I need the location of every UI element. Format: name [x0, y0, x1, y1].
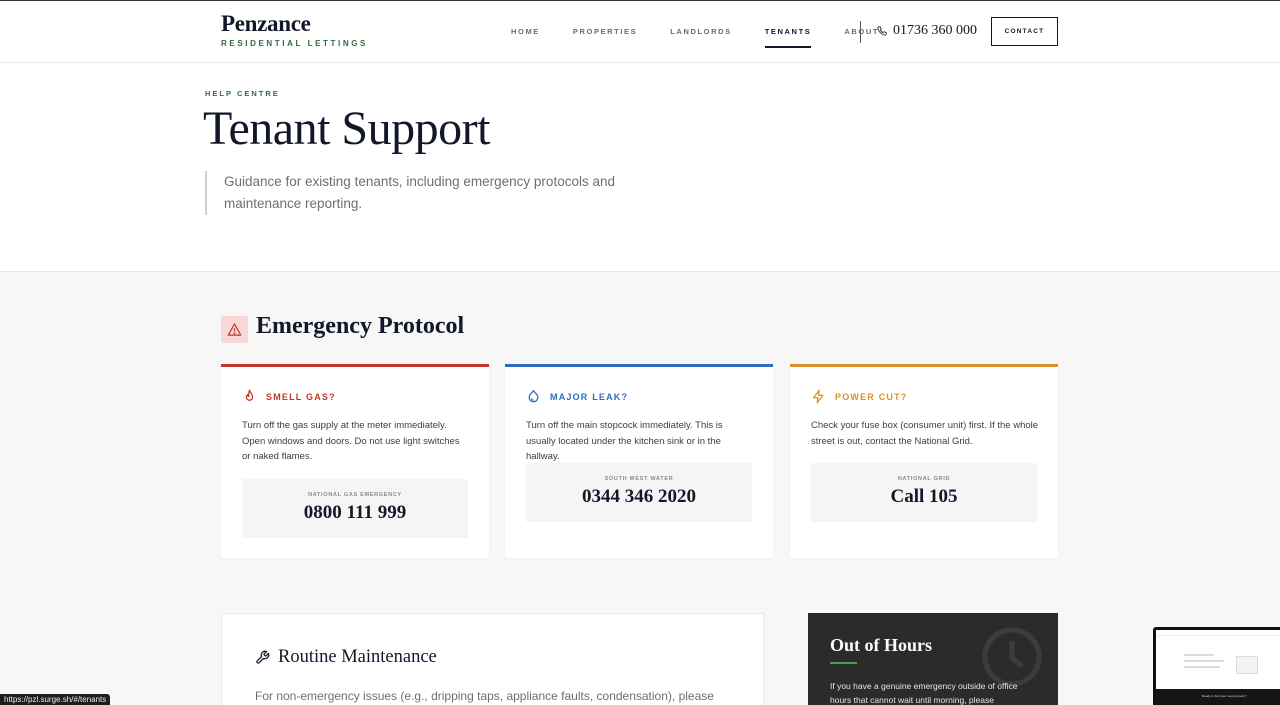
wrench-icon — [256, 650, 270, 664]
routine-heading: Routine Maintenance — [255, 647, 437, 668]
flame-icon — [245, 389, 254, 401]
hotline-box[interactable]: NATIONAL GAS EMERGENCY 0800 111 999 — [242, 479, 468, 538]
nav-about[interactable]: ABOUT — [844, 27, 879, 36]
droplet-icon — [528, 390, 539, 403]
card-body: Check your fuse box (consumer unit) firs… — [811, 420, 1039, 447]
card-heading: MAJOR LEAK? — [526, 389, 628, 404]
preview-line — [1184, 666, 1220, 668]
preview-line — [1184, 660, 1224, 662]
preview-line — [1184, 654, 1214, 656]
routine-title: Routine Maintenance — [278, 647, 437, 667]
phone-link[interactable]: 01736 360 000 — [877, 23, 977, 39]
brand-name: Penzance — [221, 11, 311, 36]
page-preview-thumbnail[interactable]: Ready to find your next property? — [1153, 627, 1280, 705]
hero-eyebrow: HELP CENTRE — [205, 89, 280, 98]
card-heading: SMELL GAS? — [242, 389, 336, 404]
emergency-card-power: POWER CUT? Check your fuse box (consumer… — [790, 364, 1058, 558]
warning-triangle-icon — [227, 323, 242, 336]
hotline-number[interactable]: 0344 346 2020 — [526, 486, 752, 508]
card-body: Turn off the gas supply at the meter imm… — [242, 420, 460, 462]
phone-number: 01736 360 000 — [893, 23, 977, 38]
hotline-label: NATIONAL GAS EMERGENCY — [308, 492, 402, 498]
hotline-label: NATIONAL GRID — [897, 476, 951, 482]
brand-logo[interactable]: Penzance RESIDENTIAL LETTINGS — [221, 11, 368, 48]
hotline-number[interactable]: Call 105 — [811, 486, 1037, 508]
preview-footer-text: Ready to find your next property? — [1202, 694, 1247, 698]
preview-box — [1236, 656, 1258, 674]
nav-properties[interactable]: PROPERTIES — [573, 27, 637, 36]
preview-header — [1156, 630, 1280, 636]
hero-section: HELP CENTRE Tenant Support Guidance for … — [0, 63, 1280, 272]
card-heading-text: MAJOR LEAK? — [550, 391, 629, 402]
out-of-hours-card: Out of Hours If you have a genuine emerg… — [808, 613, 1058, 705]
hotline-number[interactable]: 0800 111 999 — [242, 502, 468, 524]
out-of-hours-rule — [830, 662, 857, 664]
nav-tenants[interactable]: TENANTS — [764, 27, 812, 48]
card-heading-text: SMELL GAS? — [266, 391, 336, 402]
main-nav: HOME PROPERTIES LANDLORDS TENANTS ABOUT — [511, 27, 912, 48]
card-body: Turn off the main stopcock immediately. … — [526, 420, 723, 462]
page-title: Tenant Support — [203, 102, 490, 155]
nav-home[interactable]: HOME — [511, 27, 540, 36]
routine-body: For non-emergency issues (e.g., dripping… — [255, 689, 714, 703]
nav-divider — [860, 21, 861, 43]
phone-icon — [877, 26, 887, 36]
contact-button[interactable]: CONTACT — [991, 17, 1058, 46]
preview-footer: Ready to find your next property? — [1156, 689, 1280, 705]
preview-content: Ready to find your next property? — [1156, 630, 1280, 705]
card-heading: POWER CUT? — [811, 389, 908, 404]
main-section: Emergency Protocol SMELL GAS? Turn off t… — [0, 272, 1280, 705]
nav-landlords[interactable]: LANDLORDS — [670, 27, 731, 36]
hotline-label: SOUTH WEST WATER — [604, 476, 674, 482]
lightning-icon — [812, 389, 824, 404]
site-header: Penzance RESIDENTIAL LETTINGS HOME PROPE… — [0, 1, 1280, 63]
card-heading-text: POWER CUT? — [835, 391, 908, 402]
out-of-hours-body: If you have a genuine emergency outside … — [830, 681, 1018, 705]
brand-tagline: RESIDENTIAL LETTINGS — [221, 39, 368, 48]
emergency-card-gas: SMELL GAS? Turn off the gas supply at th… — [221, 364, 489, 558]
out-of-hours-title: Out of Hours — [830, 635, 933, 655]
emergency-title: Emergency Protocol — [256, 313, 465, 339]
emergency-icon-badge — [221, 316, 248, 343]
emergency-card-leak: MAJOR LEAK? Turn off the main stopcock i… — [505, 364, 773, 558]
routine-maintenance-card: Routine Maintenance For non-emergency is… — [221, 613, 764, 705]
link-status-bar: https://pzl.surge.sh/#/tenants — [0, 694, 111, 705]
hotline-box[interactable]: SOUTH WEST WATER 0344 346 2020 — [526, 463, 752, 522]
hero-lead: Guidance for existing tenants, including… — [205, 171, 685, 215]
hotline-box[interactable]: NATIONAL GRID Call 105 — [811, 463, 1037, 522]
